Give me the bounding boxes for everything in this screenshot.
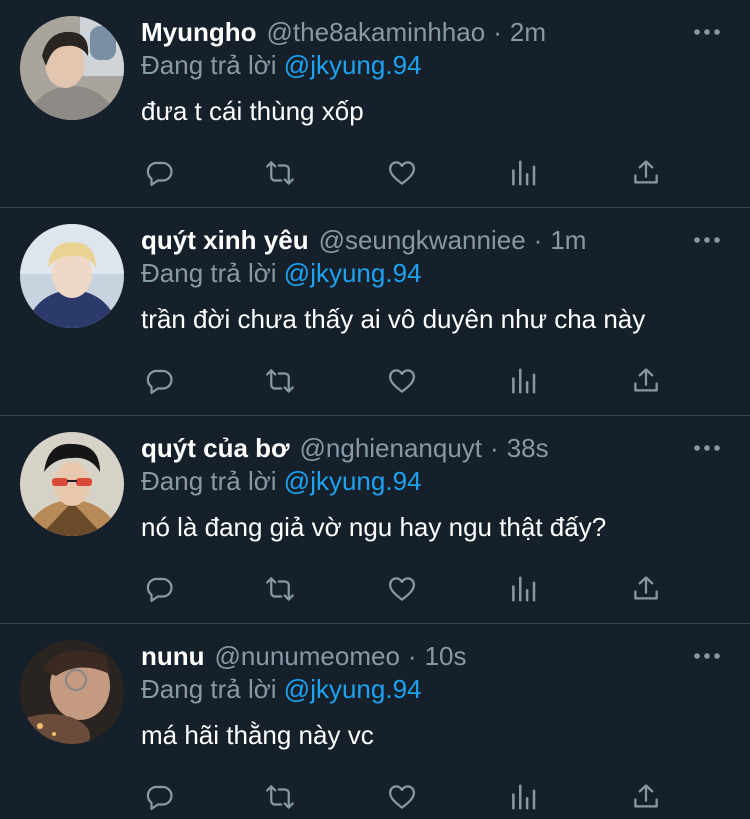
replying-to: Đang trả lời @jkyung.94 <box>141 674 422 705</box>
replying-to: Đang trả lời @jkyung.94 <box>141 258 422 289</box>
tweet[interactable]: quýt xinh yêu @seungkwanniee · 1m Đang t… <box>0 208 750 416</box>
retweet-icon[interactable] <box>263 156 297 190</box>
reply-icon[interactable] <box>142 156 176 190</box>
avatar[interactable] <box>20 16 124 120</box>
separator: · <box>407 640 417 671</box>
heart-icon[interactable] <box>385 364 419 398</box>
more-horizontal-icon[interactable] <box>692 438 722 458</box>
mention-link[interactable]: @jkyung.94 <box>284 674 422 704</box>
user-handle[interactable]: @nghienanquyt <box>300 433 483 464</box>
timestamp[interactable]: 38s <box>507 433 549 464</box>
user-handle[interactable]: @nunumeomeo <box>215 641 400 672</box>
share-icon[interactable] <box>629 364 663 398</box>
action-bar <box>142 780 662 816</box>
replying-to-label: Đang trả lời <box>141 466 277 496</box>
tweet-header: quýt xinh yêu @seungkwanniee · 1m <box>141 222 586 258</box>
display-name[interactable]: nunu <box>141 641 205 672</box>
tweet[interactable]: quýt của bơ @nghienanquyt · 38s Đang trả… <box>0 416 750 624</box>
retweet-icon[interactable] <box>263 364 297 398</box>
tweet-text: nó là đang giả vờ ngu hay ngu thật đấy? <box>141 512 607 542</box>
avatar[interactable] <box>20 640 124 744</box>
analytics-icon[interactable] <box>507 156 541 190</box>
share-icon[interactable] <box>629 780 663 814</box>
display-name[interactable]: quýt xinh yêu <box>141 225 309 256</box>
heart-icon[interactable] <box>385 780 419 814</box>
tweet[interactable]: Myungho @the8akaminhhao · 2m Đang trả lờ… <box>0 0 750 208</box>
heart-icon[interactable] <box>385 156 419 190</box>
tweet-header: quýt của bơ @nghienanquyt · 38s <box>141 430 549 466</box>
tweet-header: Myungho @the8akaminhhao · 2m <box>141 14 546 50</box>
mention-link[interactable]: @jkyung.94 <box>284 466 422 496</box>
reply-feed: Myungho @the8akaminhhao · 2m Đang trả lờ… <box>0 0 750 819</box>
retweet-icon[interactable] <box>263 780 297 814</box>
replying-to-label: Đang trả lời <box>141 258 277 288</box>
action-bar <box>142 364 662 400</box>
avatar[interactable] <box>20 224 124 328</box>
replying-to-label: Đang trả lời <box>141 674 277 704</box>
analytics-icon[interactable] <box>507 572 541 606</box>
tweet-text: trần đời chưa thấy ai vô duyên như cha n… <box>141 304 646 334</box>
heart-icon[interactable] <box>385 572 419 606</box>
reply-icon[interactable] <box>142 364 176 398</box>
more-horizontal-icon[interactable] <box>692 646 722 666</box>
action-bar <box>142 572 662 608</box>
replying-to-label: Đang trả lời <box>141 50 277 80</box>
reply-icon[interactable] <box>142 780 176 814</box>
more-horizontal-icon[interactable] <box>692 230 722 250</box>
separator: · <box>533 224 543 255</box>
display-name[interactable]: Myungho <box>141 17 257 48</box>
analytics-icon[interactable] <box>507 780 541 814</box>
mention-link[interactable]: @jkyung.94 <box>284 50 422 80</box>
tweet[interactable]: nunu @nunumeomeo · 10s Đang trả lời @jky… <box>0 624 750 819</box>
timestamp[interactable]: 2m <box>510 17 546 48</box>
reply-icon[interactable] <box>142 572 176 606</box>
analytics-icon[interactable] <box>507 364 541 398</box>
separator: · <box>490 432 499 463</box>
user-handle[interactable]: @seungkwanniee <box>319 225 526 256</box>
separator: · <box>493 16 502 47</box>
tweet-text: đưa t cái thùng xốp <box>141 96 364 126</box>
replying-to: Đang trả lời @jkyung.94 <box>141 50 422 81</box>
timestamp[interactable]: 10s <box>425 641 467 672</box>
share-icon[interactable] <box>629 572 663 606</box>
display-name[interactable]: quýt của bơ <box>141 433 290 464</box>
replying-to: Đang trả lời @jkyung.94 <box>141 466 422 497</box>
mention-link[interactable]: @jkyung.94 <box>284 258 422 288</box>
timestamp[interactable]: 1m <box>550 225 586 256</box>
user-handle[interactable]: @the8akaminhhao <box>267 17 486 48</box>
retweet-icon[interactable] <box>263 572 297 606</box>
avatar[interactable] <box>20 432 124 536</box>
action-bar <box>142 156 662 192</box>
tweet-text: má hãi thằng này vc <box>141 720 374 750</box>
more-horizontal-icon[interactable] <box>692 22 722 42</box>
tweet-header: nunu @nunumeomeo · 10s <box>141 638 467 674</box>
share-icon[interactable] <box>629 156 663 190</box>
